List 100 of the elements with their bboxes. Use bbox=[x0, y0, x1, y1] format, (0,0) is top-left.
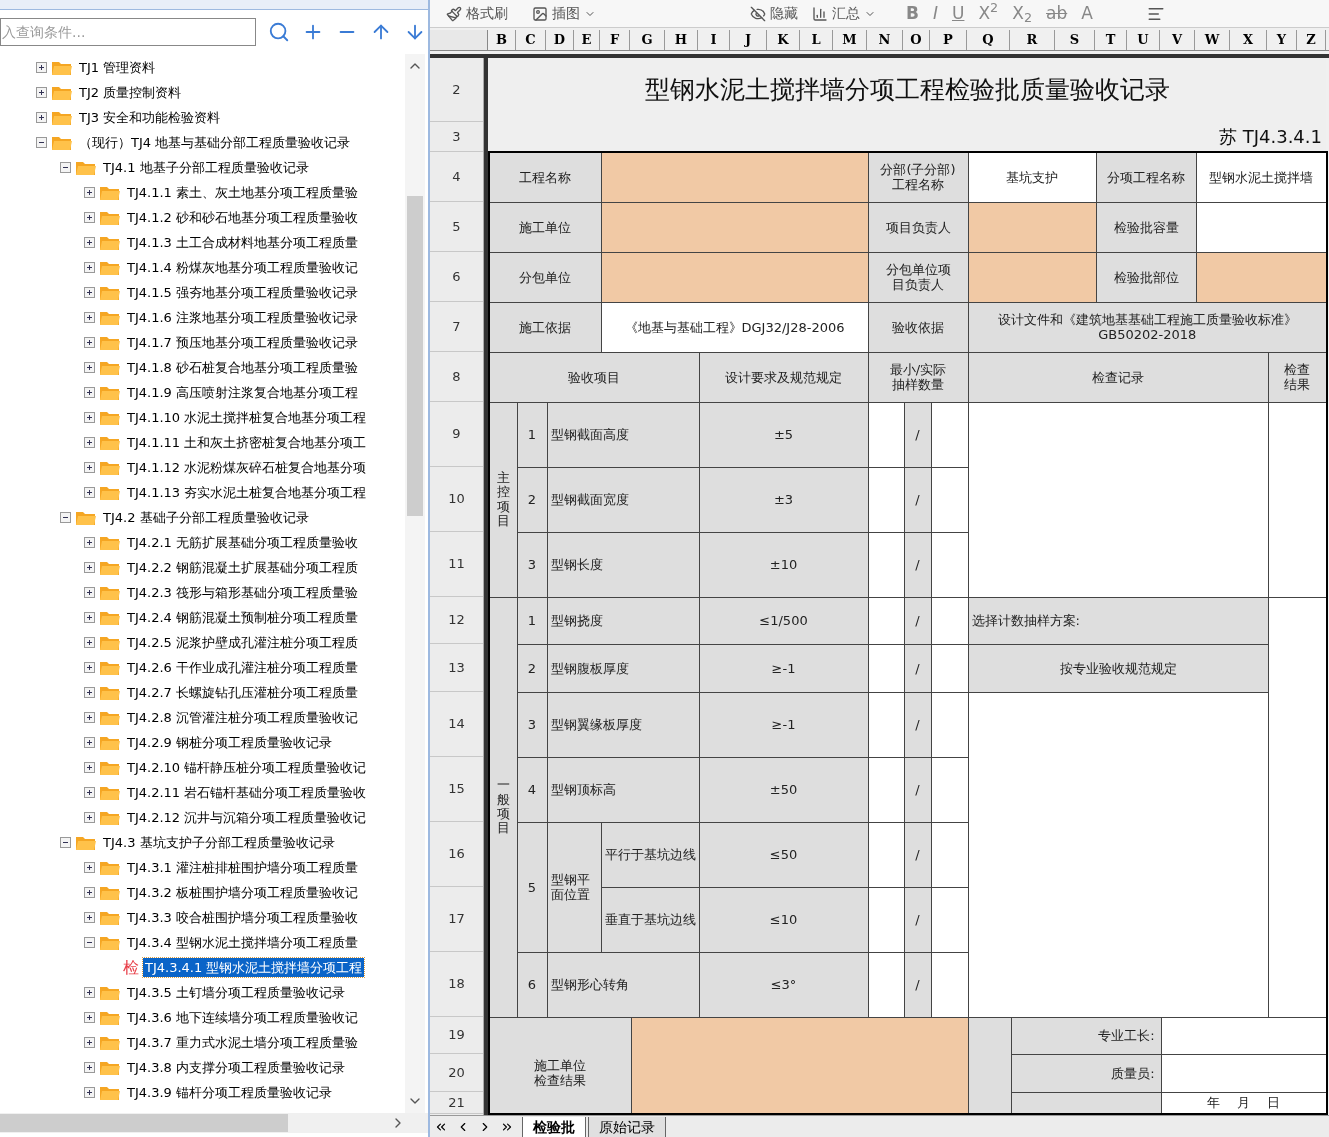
expand-icon[interactable] bbox=[84, 1062, 95, 1073]
collapse-icon[interactable] bbox=[60, 512, 71, 523]
expand-icon[interactable] bbox=[84, 262, 95, 273]
row-number[interactable]: 18 bbox=[430, 952, 483, 1017]
column-header[interactable]: R bbox=[1010, 30, 1055, 50]
input-cell[interactable] bbox=[968, 252, 1097, 302]
input-cell[interactable] bbox=[631, 1017, 968, 1114]
tree-item[interactable]: TJ4.2.6 干作业成孔灌注桩分项工程质量 bbox=[125, 657, 360, 678]
sheet-tab[interactable]: 检验批 bbox=[522, 1116, 586, 1137]
expand-icon[interactable] bbox=[84, 237, 95, 248]
tree-item[interactable]: TJ4.2.8 沉管灌注桩分项工程质量验收记 bbox=[125, 707, 360, 728]
column-header[interactable]: Z bbox=[1297, 30, 1326, 50]
tree-item[interactable]: TJ4.3.2 板桩围护墙分项工程质量验收记 bbox=[125, 882, 360, 903]
tree-item[interactable]: TJ4.2.11 岩石锚杆基础分项工程质量验收 bbox=[125, 782, 369, 803]
tree-item[interactable]: TJ3 安全和功能检验资料 bbox=[77, 107, 223, 128]
insert-picture-button[interactable]: 插图 bbox=[532, 3, 596, 24]
collapse-icon[interactable] bbox=[84, 937, 95, 948]
row-number[interactable]: 3 bbox=[430, 122, 483, 152]
expand-icon[interactable] bbox=[84, 662, 95, 673]
column-header[interactable]: M bbox=[833, 30, 867, 50]
tree-item[interactable]: TJ4.1 地基子分部工程质量验收记录 bbox=[101, 157, 311, 178]
column-header[interactable]: O bbox=[903, 30, 930, 50]
row-number[interactable]: 6 bbox=[430, 252, 483, 302]
column-header[interactable]: S bbox=[1055, 30, 1095, 50]
column-header[interactable]: N bbox=[867, 30, 903, 50]
tree-item[interactable]: TJ4.1.11 土和灰土挤密桩复合地基分项工 bbox=[125, 432, 369, 453]
tree-item[interactable]: TJ4.3.1 灌注桩排桩围护墙分项工程质量 bbox=[125, 857, 360, 878]
tree-item[interactable]: TJ4.3.6 地下连续墙分项工程质量验收记 bbox=[125, 1007, 360, 1028]
row-number[interactable]: 4 bbox=[430, 152, 483, 202]
expand-icon[interactable] bbox=[84, 312, 95, 323]
collapse-icon[interactable] bbox=[60, 837, 71, 848]
row-number[interactable]: 8 bbox=[430, 352, 483, 402]
tree-item[interactable]: TJ4.3.4 型钢水泥土搅拌墙分项工程质量 bbox=[125, 932, 360, 953]
expand-icon[interactable] bbox=[84, 212, 95, 223]
scrollbar[interactable] bbox=[405, 54, 425, 1113]
column-header[interactable]: C bbox=[516, 30, 546, 50]
tree-item[interactable]: TJ4.3 基坑支护子分部工程质量验收记录 bbox=[101, 832, 337, 853]
hide-button[interactable]: 隐藏 bbox=[750, 3, 798, 24]
tree-item[interactable]: TJ4.1.13 夯实水泥土桩复合地基分项工程 bbox=[125, 482, 369, 503]
expand-icon[interactable] bbox=[84, 612, 95, 623]
expand-icon[interactable] bbox=[84, 862, 95, 873]
tree-item[interactable]: TJ4.1.2 砂和砂石地基分项工程质量验收 bbox=[125, 207, 360, 228]
expand-icon[interactable] bbox=[84, 537, 95, 548]
column-header[interactable]: D bbox=[546, 30, 574, 50]
column-header[interactable]: Q bbox=[967, 30, 1010, 50]
collapse-icon[interactable] bbox=[60, 162, 71, 173]
column-header[interactable]: F bbox=[600, 30, 630, 50]
expand-icon[interactable] bbox=[84, 287, 95, 298]
expand-icon[interactable] bbox=[84, 412, 95, 423]
format-painter-button[interactable]: 格式刷 bbox=[446, 3, 508, 24]
expand-icon[interactable] bbox=[84, 1037, 95, 1048]
row-number[interactable]: 9 bbox=[430, 402, 483, 467]
tree-item[interactable]: TJ4.1.8 砂石桩复合地基分项工程质量验 bbox=[125, 357, 360, 378]
horizontal-scroll-thumb[interactable] bbox=[0, 1114, 288, 1132]
column-header[interactable]: W bbox=[1195, 30, 1230, 50]
expand-icon[interactable] bbox=[36, 112, 47, 123]
expand-icon[interactable] bbox=[84, 362, 95, 373]
tree-item[interactable]: TJ4.1.9 高压喷射注浆复合地基分项工程 bbox=[125, 382, 360, 403]
expand-icon[interactable] bbox=[84, 887, 95, 898]
expand-icon[interactable] bbox=[84, 387, 95, 398]
tree-item[interactable]: TJ4.3.5 土钉墙分项工程质量验收记录 bbox=[125, 982, 347, 1003]
row-number[interactable]: 17 bbox=[430, 887, 483, 952]
tree-item[interactable]: TJ4.2.10 锚杆静压桩分项工程质量验收记 bbox=[125, 757, 369, 778]
row-number[interactable]: 7 bbox=[430, 302, 483, 352]
tree-item[interactable]: TJ4.1.4 粉煤灰地基分项工程质量验收记 bbox=[125, 257, 360, 278]
expand-icon[interactable] bbox=[84, 812, 95, 823]
tree-item[interactable]: TJ1 管理资料 bbox=[77, 57, 158, 78]
expand-icon[interactable] bbox=[84, 737, 95, 748]
row-number[interactable]: 15 bbox=[430, 757, 483, 822]
input-cell[interactable] bbox=[1196, 252, 1328, 302]
column-header[interactable]: J bbox=[730, 30, 767, 50]
expand-icon[interactable] bbox=[84, 562, 95, 573]
row-number[interactable]: 16 bbox=[430, 822, 483, 887]
column-header[interactable]: V bbox=[1160, 30, 1195, 50]
input-cell[interactable] bbox=[601, 152, 868, 202]
expand-icon[interactable] bbox=[84, 987, 95, 998]
expand-icon[interactable] bbox=[84, 587, 95, 598]
tree-item[interactable]: TJ4.1.6 注浆地基分项工程质量验收记录 bbox=[125, 307, 360, 328]
expand-icon[interactable] bbox=[84, 1012, 95, 1023]
tree-item[interactable]: TJ4.1.10 水泥土搅拌桩复合地基分项工程 bbox=[125, 407, 369, 428]
expand-icon[interactable] bbox=[84, 187, 95, 198]
expand-icon[interactable] bbox=[84, 337, 95, 348]
row-number[interactable]: 21 bbox=[430, 1092, 483, 1114]
input-cell[interactable] bbox=[601, 252, 868, 302]
column-header[interactable]: E bbox=[574, 30, 600, 50]
tree-item[interactable]: TJ4.1.1 素土、灰土地基分项工程质量验 bbox=[125, 182, 360, 203]
tree-item[interactable]: TJ4.1.7 预压地基分项工程质量验收记录 bbox=[125, 332, 360, 353]
input-cell[interactable] bbox=[601, 202, 868, 252]
row-number[interactable]: 20 bbox=[430, 1054, 483, 1092]
tree-item[interactable]: TJ4.3.9 锚杆分项工程质量验收记录 bbox=[125, 1082, 334, 1103]
tree-item[interactable]: TJ4.3.3 咬合桩围护墙分项工程质量验收 bbox=[125, 907, 360, 928]
tree-item[interactable]: TJ4.2.3 筏形与箱形基础分项工程质量验 bbox=[125, 582, 360, 603]
expand-icon[interactable] bbox=[84, 462, 95, 473]
tree-item[interactable]: TJ4.2.5 泥浆护壁成孔灌注桩分项工程质 bbox=[125, 632, 360, 653]
expand-icon[interactable] bbox=[84, 487, 95, 498]
row-number[interactable]: 11 bbox=[430, 532, 483, 597]
expand-icon[interactable] bbox=[84, 912, 95, 923]
column-header[interactable]: L bbox=[800, 30, 833, 50]
column-header[interactable]: B bbox=[488, 30, 516, 50]
expand-icon[interactable] bbox=[84, 1087, 95, 1098]
